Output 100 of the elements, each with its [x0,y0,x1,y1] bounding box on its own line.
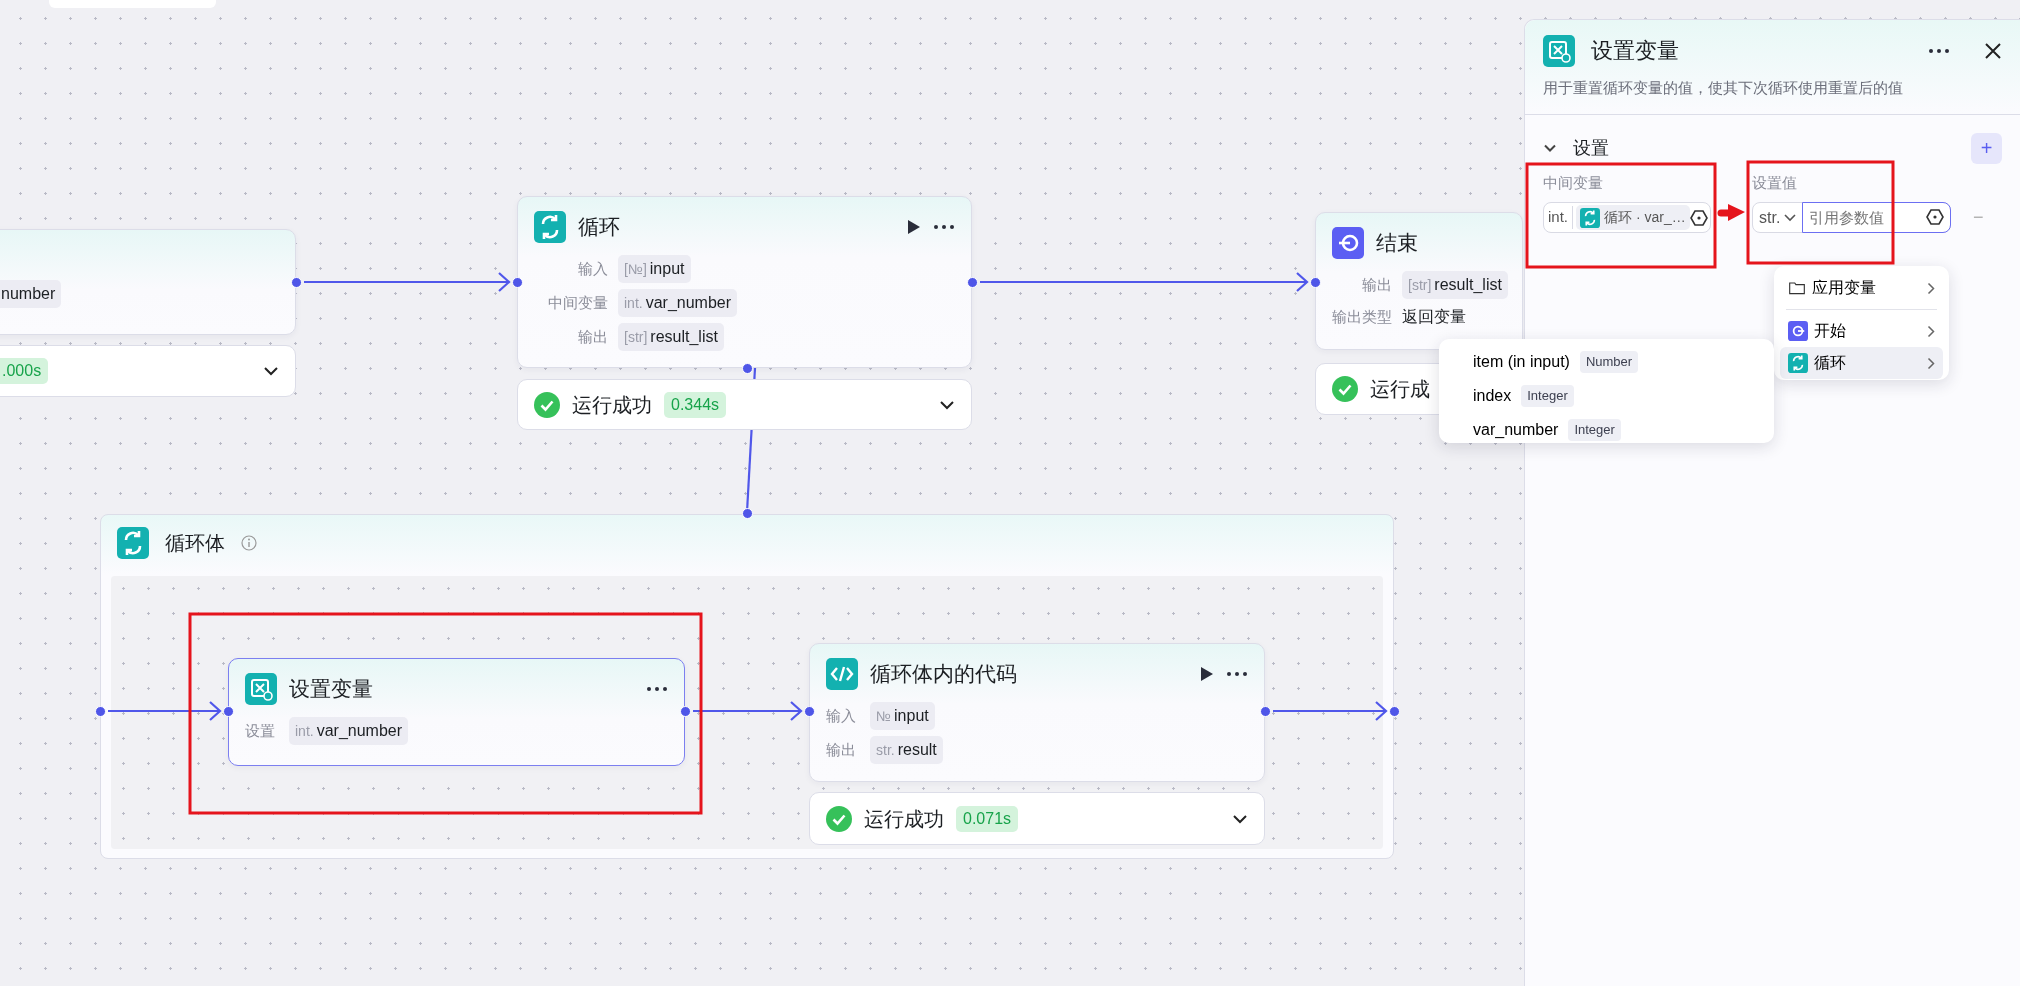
chevron-down-icon[interactable] [1543,143,1557,153]
menu-item[interactable]: 开始 [1780,315,1943,347]
chevron-right-icon [1927,356,1935,370]
node-title: 循环体内的代码 [870,661,1018,688]
connection-port[interactable] [1309,276,1321,288]
connection-port[interactable] [1259,705,1271,717]
chevron-down-icon[interactable] [263,366,279,376]
connection-port[interactable] [222,705,234,717]
variable-name: result_list [650,327,718,347]
connection-port[interactable] [803,705,815,717]
field-label: 设置 [245,720,276,741]
type-tag: Number [1579,351,1639,373]
field-label: 中间变量 [547,292,608,313]
type-label: [str] [1408,275,1432,295]
variable-name: input [894,706,929,726]
status-text: 运行成功 [572,392,652,418]
picker-icon[interactable] [1689,208,1708,227]
variable-name: var_number [645,293,732,313]
column-header: 设置值 [1752,172,1798,193]
annotation-arrow [1717,204,1745,221]
run-status-bar[interactable]: 运行成功 0.071s [809,792,1265,845]
type-tag: Integer [1568,419,1621,441]
success-check-icon [1332,376,1358,402]
loop-icon [117,527,149,559]
connection-port[interactable] [290,276,302,288]
play-icon[interactable] [907,219,921,235]
field-label: 输入 [826,705,857,726]
container-title: 循环体 [165,531,225,556]
column-header: 中间变量 [1543,172,1604,193]
field-label: 输出 [826,739,857,760]
chevron-right-icon [1927,324,1935,338]
node-card[interactable]: 循环体内的代码 输入 № input 输出 str. result [809,643,1265,782]
connection-port[interactable] [94,705,106,717]
value-input[interactable]: 引用参数值 [1802,202,1951,233]
variable-icon [1543,34,1575,67]
exit-icon [1332,227,1364,259]
connection-port[interactable] [1388,705,1400,717]
status-text: 运行成 [1370,377,1430,402]
menu-item[interactable]: 循环 [1780,347,1943,379]
connection-port[interactable] [741,507,753,519]
node-card[interactable]: 循环 输入 [№] input 中间变量 int. var_number 输出 [str] result_list [517,196,972,368]
menu-item[interactable]: 应用变量 [1780,272,1943,304]
duration-badge: .000s [0,358,49,384]
more-icon[interactable] [933,224,955,230]
panel-title: 设置变量 [1591,37,1680,65]
chevron-down-icon[interactable] [939,399,955,410]
code-icon [826,658,858,690]
panel-description: 用于重置循环变量的值，使其下次循环使用重置后的值 [1543,78,1904,98]
node-card[interactable]: 结束 输出 [str] result_list 输出类型 返回变量 [1315,212,1523,350]
node-title: 设置变量 [289,676,374,703]
duration-badge: 0.344s [664,391,727,418]
more-icon[interactable] [646,686,668,692]
info-icon[interactable] [241,535,257,551]
start-icon [1788,321,1808,341]
connection-port[interactable] [741,362,753,374]
duration-badge: 0.071s [956,805,1019,832]
type-label: int. [624,293,643,313]
node-title: 结束 [1376,230,1419,257]
type-label: int. [1544,206,1573,229]
more-icon[interactable] [1226,671,1248,677]
submenu-item[interactable]: var_number Integer [1439,413,1774,447]
field-value: 返回变量 [1402,307,1466,327]
loop-icon [1788,353,1808,373]
type-select[interactable]: str. [1753,205,1803,230]
field-label: 输出 [577,326,608,347]
status-text: 运行成功 [864,806,944,832]
type-label: [№] [624,259,647,279]
variable-icon [245,673,277,705]
picker-icon[interactable] [1926,208,1944,226]
success-check-icon [534,391,560,418]
variable-reference-field[interactable]: int. 循环 · var_… [1543,202,1711,233]
type-label: str. [876,740,895,760]
variable-name: number [1,284,56,304]
more-icon[interactable] [1928,47,1950,54]
node-title: 循环 [578,214,621,241]
node-card[interactable]: number [0,229,296,335]
folder-icon [1788,279,1806,297]
chevron-right-icon [1927,281,1935,295]
close-icon[interactable] [1984,41,2002,60]
success-check-icon [826,805,852,832]
chevron-down-icon[interactable] [1232,813,1248,824]
section-title: 设置 [1573,136,1610,160]
connection-port[interactable] [511,276,523,288]
run-status-bar[interactable]: 运行成功 0.344s [517,379,972,430]
loop-icon [534,211,566,243]
play-icon[interactable] [1200,666,1214,682]
field-label: 输出类型 [1332,306,1392,327]
reference-text: 循环 · var_… [1604,208,1686,227]
add-button[interactable]: + [1971,132,2002,164]
connection-port[interactable] [679,705,691,717]
type-label: [str] [624,327,648,347]
type-label: int. [295,721,314,741]
chevron-down-icon [1784,213,1797,222]
type-tag: Integer [1521,385,1574,407]
node-card[interactable]: 设置变量 设置 int. var_number [228,658,685,766]
field-label: 输入 [577,258,608,279]
variable-name: result [897,740,937,760]
connection-port[interactable] [966,276,978,288]
field-label: 输出 [1361,274,1392,295]
variable-name: input [649,259,685,279]
